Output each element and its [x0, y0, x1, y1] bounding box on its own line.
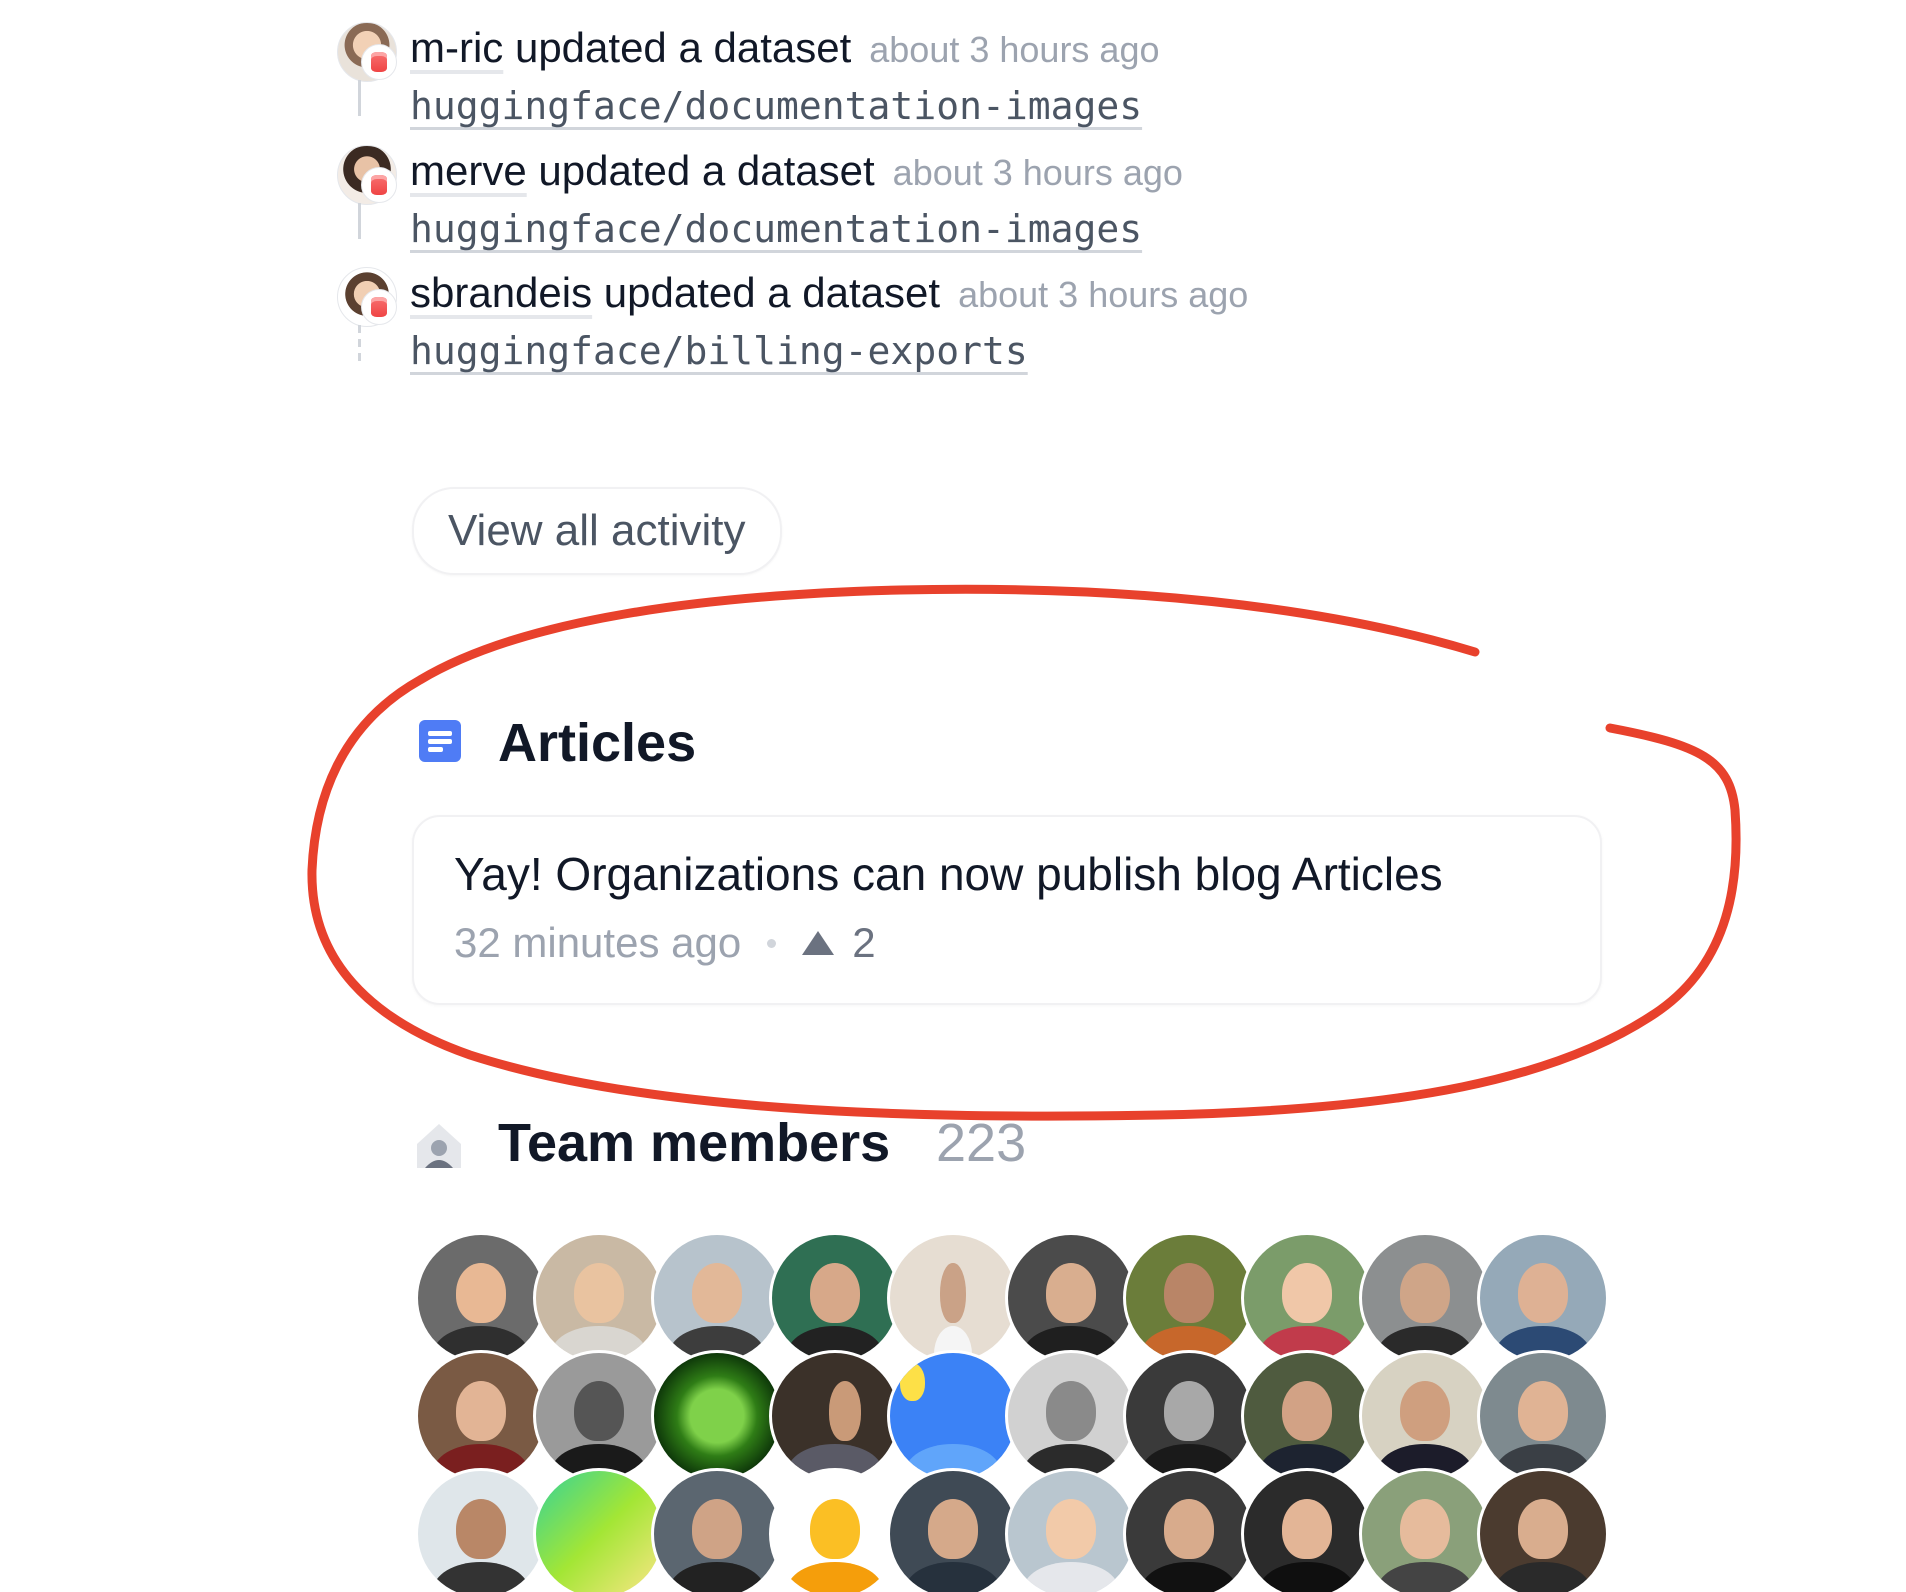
member-avatar[interactable]	[769, 1468, 901, 1592]
member-avatar[interactable]	[1359, 1468, 1491, 1592]
team-members-heading: Team members	[498, 1113, 891, 1173]
activity-user-link[interactable]: sbrandeis	[410, 269, 592, 316]
member-avatar[interactable]	[1241, 1468, 1373, 1592]
activity-item: m-ric updated a dataset about 3 hours ago…	[410, 20, 1610, 134]
member-avatar[interactable]	[1359, 1350, 1491, 1482]
article-card[interactable]: Yay! Organizations can now publish blog …	[412, 815, 1602, 1005]
team-icon	[417, 1124, 461, 1168]
member-avatar[interactable]	[1005, 1232, 1137, 1364]
article-meta: 32 minutes ago 2	[454, 919, 876, 967]
member-avatar[interactable]	[887, 1350, 1019, 1482]
member-avatar[interactable]	[887, 1468, 1019, 1592]
dataset-icon	[361, 167, 397, 203]
activity-item: sbrandeis updated a dataset about 3 hours…	[410, 265, 1610, 379]
articles-heading: Articles	[498, 713, 697, 773]
member-avatar[interactable]	[1005, 1468, 1137, 1592]
activity-time: about 3 hours ago	[892, 152, 1183, 193]
view-all-activity-button[interactable]: View all activity	[412, 487, 782, 575]
member-avatar[interactable]	[533, 1350, 665, 1482]
member-avatar[interactable]	[533, 1468, 665, 1592]
activity-repo-link[interactable]: huggingface/documentation-images	[410, 78, 1610, 134]
member-avatar[interactable]	[1359, 1232, 1491, 1364]
member-avatar[interactable]	[887, 1232, 1019, 1364]
member-avatar[interactable]	[1123, 1468, 1255, 1592]
member-avatar[interactable]	[1241, 1232, 1373, 1364]
member-avatar[interactable]	[533, 1232, 665, 1364]
member-avatar[interactable]	[415, 1232, 547, 1364]
activity-user-link[interactable]: m-ric	[410, 24, 503, 71]
member-avatar[interactable]	[1241, 1350, 1373, 1482]
activity-action: updated a dataset	[503, 24, 852, 71]
member-avatar[interactable]	[1123, 1350, 1255, 1482]
activity-thread-line	[358, 80, 361, 116]
activity-action: updated a dataset	[526, 147, 875, 194]
article-likes: 2	[852, 919, 876, 966]
activity-user-link[interactable]: merve	[410, 147, 527, 194]
team-members-grid	[415, 1232, 1615, 1592]
activity-time: about 3 hours ago	[869, 29, 1160, 70]
member-avatar[interactable]	[1477, 1468, 1609, 1592]
member-avatar[interactable]	[651, 1468, 783, 1592]
member-avatar[interactable]	[1477, 1350, 1609, 1482]
dataset-icon	[361, 44, 397, 80]
activity-item: merve updated a dataset about 3 hours ago…	[410, 143, 1610, 257]
member-avatar[interactable]	[1477, 1232, 1609, 1364]
member-avatar[interactable]	[651, 1350, 783, 1482]
member-avatar[interactable]	[769, 1350, 901, 1482]
activity-thread-line	[358, 203, 361, 239]
member-avatar[interactable]	[1005, 1350, 1137, 1482]
activity-thread-line	[358, 325, 361, 361]
activity-time: about 3 hours ago	[958, 274, 1249, 315]
member-avatar[interactable]	[651, 1232, 783, 1364]
activity-repo-link[interactable]: huggingface/billing-exports	[410, 323, 1610, 379]
member-avatar[interactable]	[1123, 1232, 1255, 1364]
member-avatar[interactable]	[415, 1350, 547, 1482]
article-title[interactable]: Yay! Organizations can now publish blog …	[454, 847, 1443, 901]
member-avatar[interactable]	[769, 1232, 901, 1364]
dataset-icon	[361, 289, 397, 325]
article-icon	[419, 720, 461, 762]
article-time: 32 minutes ago	[454, 919, 742, 966]
activity-action: updated a dataset	[592, 269, 941, 316]
team-members-count: 223	[936, 1113, 1027, 1173]
activity-repo-link[interactable]: huggingface/documentation-images	[410, 201, 1610, 257]
member-avatar[interactable]	[415, 1468, 547, 1592]
separator-dot	[767, 938, 777, 948]
upvote-icon[interactable]	[802, 931, 835, 955]
